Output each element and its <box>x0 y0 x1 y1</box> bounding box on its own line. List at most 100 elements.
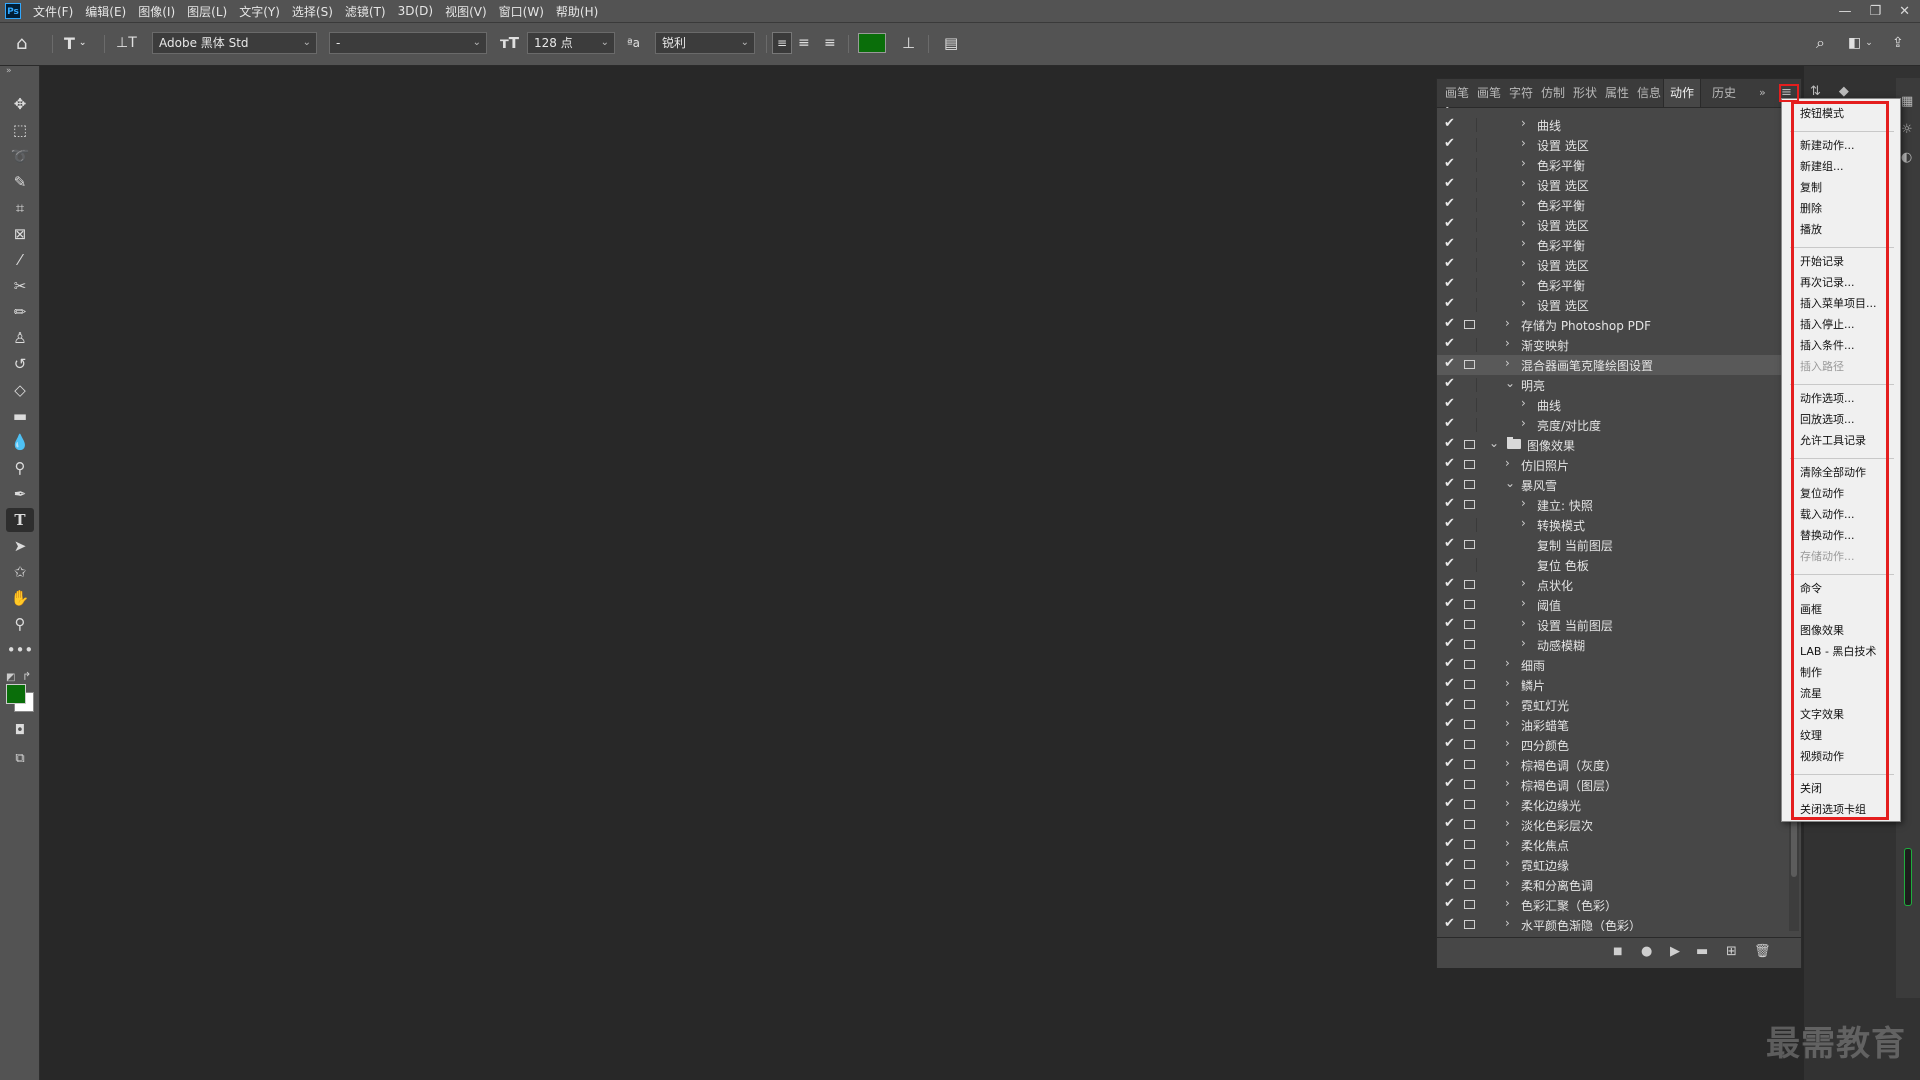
toggle-dialog-icon[interactable] <box>1464 360 1475 369</box>
menu-item[interactable]: 允许工具记录 <box>1800 432 1866 448</box>
toggle-item-check-icon[interactable]: ✔ <box>1444 136 1458 151</box>
collapsed-chevron-icon[interactable]: › <box>1521 196 1526 210</box>
menu-edit[interactable]: 编辑(E) <box>85 3 126 20</box>
type-tool-preset-icon[interactable]: T ⌄ <box>64 31 86 55</box>
font-family-select[interactable]: Adobe 黑体 Std ⌄ <box>152 32 317 54</box>
toggle-item-check-icon[interactable]: ✔ <box>1444 516 1458 531</box>
toggle-item-check-icon[interactable]: ✔ <box>1444 276 1458 291</box>
action-row[interactable]: ✔ › 亮度/对比度 <box>1437 415 1787 435</box>
menu-item[interactable]: 替换动作... <box>1800 527 1855 543</box>
toggle-item-check-icon[interactable]: ✔ <box>1444 696 1458 711</box>
screen-mode-icon[interactable]: ⧉ <box>6 746 34 770</box>
menu-layer[interactable]: 图层(L) <box>187 3 227 20</box>
action-row[interactable]: ✔ › 柔化边缘光 <box>1437 795 1787 815</box>
toggle-item-check-icon[interactable]: ✔ <box>1444 156 1458 171</box>
menu-item[interactable]: 新建组... <box>1800 158 1844 174</box>
expanded-chevron-icon[interactable]: ⌄ <box>1505 376 1515 390</box>
blur-tool-icon[interactable]: 💧 <box>6 430 34 454</box>
minimize-icon[interactable]: — <box>1838 4 1851 19</box>
font-size-select[interactable]: 128 点 ⌄ <box>527 32 615 54</box>
menu-item[interactable]: 新建动作... <box>1800 137 1855 153</box>
tab-clone-source[interactable]: 仿制 <box>1541 79 1565 107</box>
expanded-chevron-icon[interactable]: ⌄ <box>1489 436 1499 450</box>
toggle-dialog-icon[interactable] <box>1464 840 1475 849</box>
toggle-dialog-icon[interactable] <box>1464 118 1477 132</box>
toggle-dialog-icon[interactable] <box>1464 880 1475 889</box>
collapsed-chevron-icon[interactable]: › <box>1521 516 1526 530</box>
toggle-dialog-icon[interactable] <box>1464 680 1475 689</box>
collapsed-chevron-icon[interactable]: › <box>1521 276 1526 290</box>
menu-item[interactable]: 图像效果 <box>1800 622 1844 638</box>
collapsed-chevron-icon[interactable]: › <box>1505 656 1510 670</box>
toggle-item-check-icon[interactable]: ✔ <box>1444 656 1458 671</box>
action-row[interactable]: ✔ › 油彩蜡笔 <box>1437 715 1787 735</box>
default-colors-icon[interactable]: ◩ <box>6 672 15 683</box>
collapsed-chevron-icon[interactable]: › <box>1505 796 1510 810</box>
font-style-select[interactable]: - ⌄ <box>329 32 487 54</box>
toggle-item-check-icon[interactable]: ✔ <box>1444 436 1458 451</box>
toggle-dialog-icon[interactable] <box>1464 480 1475 489</box>
menu-item[interactable]: 插入停止... <box>1800 316 1855 332</box>
toggle-dialog-icon[interactable] <box>1464 558 1477 572</box>
canvas-area[interactable] <box>40 66 1420 1080</box>
panel-icon[interactable]: ▦ <box>1901 94 1913 109</box>
action-row[interactable]: ✔ › 动感模糊 <box>1437 635 1787 655</box>
toggle-dialog-icon[interactable] <box>1464 580 1475 589</box>
toggle-dialog-icon[interactable] <box>1464 500 1475 509</box>
toggle-item-check-icon[interactable]: ✔ <box>1444 756 1458 771</box>
toggle-dialog-icon[interactable] <box>1464 780 1475 789</box>
clone-stamp-tool-icon[interactable]: ♙ <box>6 326 34 350</box>
toggle-item-check-icon[interactable]: ✔ <box>1444 116 1458 131</box>
collapsed-chevron-icon[interactable]: › <box>1521 396 1526 410</box>
delete-icon[interactable]: 🗑 <box>1754 944 1771 959</box>
toggle-item-check-icon[interactable]: ✔ <box>1444 476 1458 491</box>
action-row[interactable]: ✔ › 曲线 <box>1437 395 1787 415</box>
menu-item[interactable]: 动作选项... <box>1800 390 1855 406</box>
action-row-partial[interactable]: ✔ <box>1437 107 1787 117</box>
menu-item[interactable]: 载入动作... <box>1800 506 1855 522</box>
toggle-dialog-icon[interactable] <box>1464 800 1475 809</box>
new-action-icon[interactable]: ⊞ <box>1726 944 1737 959</box>
menu-filter[interactable]: 滤镜(T) <box>345 3 386 20</box>
toggle-item-check-icon[interactable]: ✔ <box>1444 396 1458 411</box>
toggle-dialog-icon[interactable] <box>1464 740 1475 749</box>
action-row[interactable]: ✔ › 水平颜色渐隐（色彩） <box>1437 915 1787 931</box>
menu-item[interactable]: 删除 <box>1800 200 1822 216</box>
toggle-dialog-icon[interactable] <box>1464 720 1475 729</box>
expanded-chevron-icon[interactable]: ⌄ <box>1505 476 1515 490</box>
collapsed-chevron-icon[interactable]: › <box>1521 216 1526 230</box>
action-row[interactable]: ✔ › 设置 选区 <box>1437 175 1787 195</box>
toggle-item-check-icon[interactable]: ✔ <box>1444 216 1458 231</box>
home-icon[interactable]: ⌂ <box>16 31 27 55</box>
menu-3d[interactable]: 3D(D) <box>398 4 433 18</box>
toggle-dialog-icon[interactable] <box>1464 278 1477 292</box>
menu-item[interactable]: 命令 <box>1800 580 1822 596</box>
action-row[interactable]: ✔ ⌄ 暴风雪 <box>1437 475 1787 495</box>
collapsed-chevron-icon[interactable]: › <box>1505 856 1510 870</box>
toggle-dialog-icon[interactable] <box>1464 920 1475 929</box>
collapsed-chevron-icon[interactable]: › <box>1521 636 1526 650</box>
collapsed-chevron-icon[interactable]: › <box>1505 336 1510 350</box>
menu-select[interactable]: 选择(S) <box>292 3 333 20</box>
toggle-item-check-icon[interactable]: ✔ <box>1444 676 1458 691</box>
collapsed-chevron-icon[interactable]: › <box>1505 896 1510 910</box>
action-row[interactable]: ✔ › 设置 当前图层 <box>1437 615 1787 635</box>
toggle-item-check-icon[interactable]: ✔ <box>1444 196 1458 211</box>
toggle-item-check-icon[interactable]: ✔ <box>1444 576 1458 591</box>
menu-item[interactable]: 视频动作 <box>1800 748 1844 764</box>
collapsed-chevron-icon[interactable]: › <box>1505 876 1510 890</box>
action-row[interactable]: ✔ › 渐变映射 <box>1437 335 1787 355</box>
warp-text-icon[interactable]: ⊥ <box>902 31 915 55</box>
action-row[interactable]: ✔ › 存储为 Photoshop PDF <box>1437 315 1787 335</box>
eyedropper-tool-icon[interactable]: ⁄ <box>6 248 34 272</box>
menu-file[interactable]: 文件(F) <box>33 3 73 20</box>
menu-item[interactable]: 画框 <box>1800 601 1822 617</box>
workspace-icon[interactable]: ◧ ⌄ <box>1848 31 1873 55</box>
toggle-item-check-icon[interactable]: ✔ <box>1444 896 1458 911</box>
character-panel-icon[interactable]: ▤ <box>944 31 958 55</box>
action-row[interactable]: ✔ › 设置 选区 <box>1437 135 1787 155</box>
menu-item[interactable]: 播放 <box>1800 221 1822 237</box>
brush-tool-icon[interactable]: ✏ <box>6 300 34 324</box>
new-set-folder-icon[interactable]: ▬ <box>1696 944 1708 959</box>
menu-view[interactable]: 视图(V) <box>445 3 487 20</box>
